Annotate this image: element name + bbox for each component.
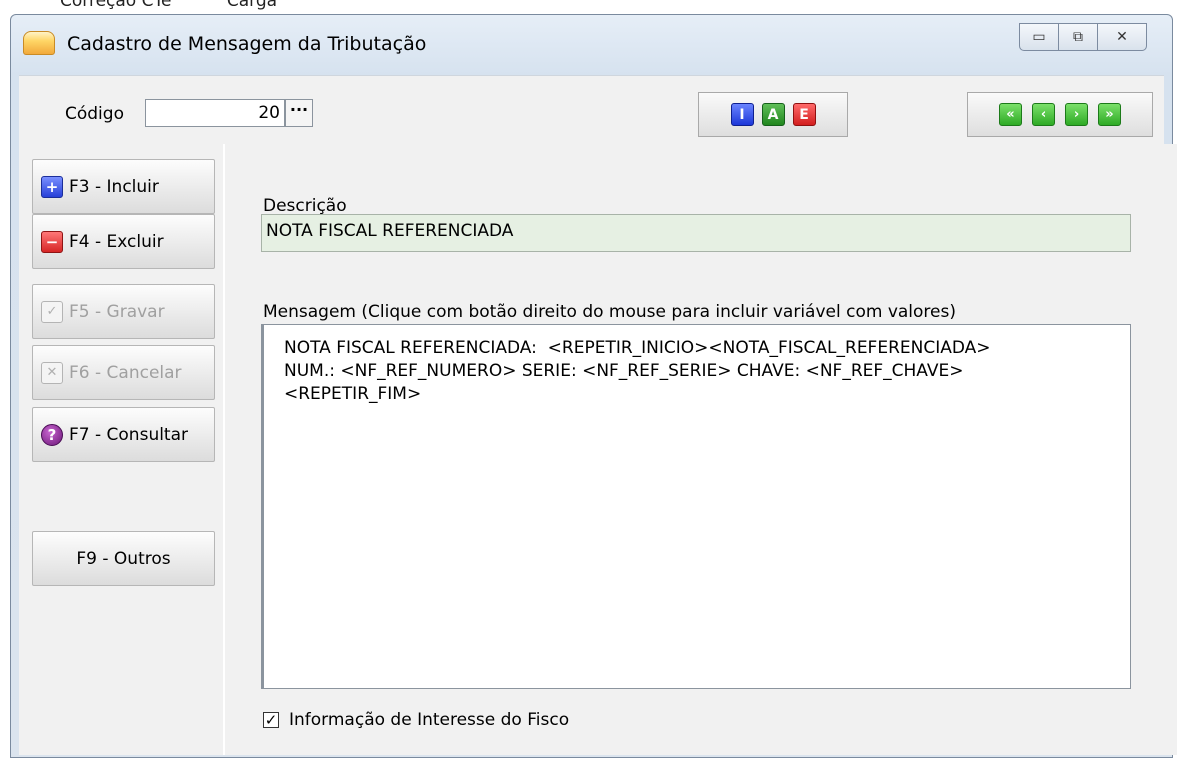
next-record-button[interactable]: › [1065,103,1088,126]
minimize-icon: ▭ [1032,29,1046,45]
codigo-input[interactable]: 20 [145,99,285,127]
outros-label: F9 - Outros [76,548,171,569]
gravar-button[interactable]: ✓ F5 - Gravar [32,284,215,339]
minus-icon: − [41,230,63,253]
gravar-label: F5 - Gravar [69,301,165,322]
exclude-mode-button[interactable]: E [792,103,816,126]
descricao-input[interactable]: NOTA FISCAL REFERENCIADA [261,214,1131,252]
plus-icon: + [41,175,63,198]
restore-button[interactable]: ⧉ [1058,23,1098,51]
x-icon: ✕ [41,361,63,384]
last-record-button[interactable]: » [1098,103,1121,126]
form-panel: Descrição NOTA FISCAL REFERENCIADA Mensa… [223,144,1177,755]
excluir-button[interactable]: − F4 - Excluir [32,214,215,269]
mode-button-group: I A E [698,92,848,137]
title-bar[interactable]: Cadastro de Mensagem da Tributação ▭ ⧉ ✕ [11,15,1172,65]
outros-button[interactable]: F9 - Outros [32,531,215,586]
descricao-label: Descrição [263,196,347,216]
consultar-button[interactable]: ? F7 - Consultar [32,407,215,462]
previous-record-button[interactable]: ‹ [1032,103,1055,126]
fisco-label[interactable]: Informação de Interesse do Fisco [289,710,569,730]
insert-mode-button[interactable]: I [730,103,754,126]
fisco-checkbox[interactable]: ✓ [263,712,279,728]
excluir-label: F4 - Excluir [69,231,164,252]
first-record-button[interactable]: « [999,103,1022,126]
mensagem-textarea[interactable]: NOTA FISCAL REFERENCIADA: <REPETIR_INICI… [261,324,1131,689]
mensagem-label: Mensagem (Clique com botão direito do mo… [263,302,956,322]
cancelar-label: F6 - Cancelar [69,362,182,383]
menu-item-correcao-cte[interactable]: Correção CTe [60,0,171,11]
codigo-lookup-button[interactable]: ··· [285,99,313,127]
alter-mode-button[interactable]: A [761,103,785,126]
help-icon: ? [41,423,63,446]
window-controls: ▭ ⧉ ✕ [1019,23,1147,51]
menu-item-carga[interactable]: Carga [227,0,277,11]
codigo-label: Código [65,104,124,124]
toolbar: Código 20 ··· I A E « ‹ › » [19,75,1164,144]
close-button[interactable]: ✕ [1097,23,1147,51]
close-icon: ✕ [1116,29,1128,45]
consultar-label: F7 - Consultar [69,424,189,445]
window-title: Cadastro de Mensagem da Tributação [67,33,427,55]
minimize-button[interactable]: ▭ [1019,23,1059,51]
cancelar-button[interactable]: ✕ F6 - Cancelar [32,345,215,400]
record-navigation-group: « ‹ › » [967,92,1153,137]
dialog-window: Cadastro de Mensagem da Tributação ▭ ⧉ ✕… [10,14,1177,758]
check-icon: ✓ [41,300,63,323]
incluir-button[interactable]: + F3 - Incluir [32,159,215,214]
app-icon [23,31,55,55]
incluir-label: F3 - Incluir [69,176,159,197]
restore-icon: ⧉ [1073,29,1083,45]
fisco-checkbox-row[interactable]: ✓ Informação de Interesse do Fisco [263,710,569,730]
background-menu-bar: Correção CTe Carga [60,0,327,11]
action-sidebar: + F3 - Incluir − F4 - Excluir ✓ F5 - Gra… [19,144,223,755]
